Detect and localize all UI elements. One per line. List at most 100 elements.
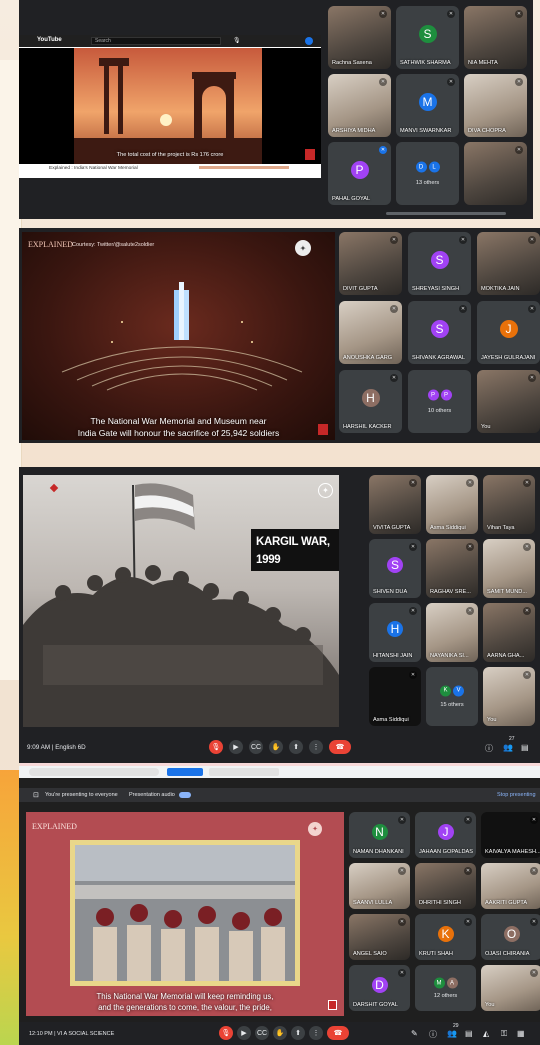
mic-muted-icon: ✕ xyxy=(409,479,417,487)
participant-tile-rachna-saxena[interactable]: Rachna Saxena ✕ xyxy=(328,6,391,69)
slide-caption-line1: The National War Memorial and Museum nea… xyxy=(90,416,267,426)
mic-off-button[interactable]: 🎙 xyxy=(219,1026,233,1040)
avatar: M xyxy=(418,92,437,111)
chat-icon[interactable]: ▤ xyxy=(465,1029,473,1038)
mic-muted-icon: ✕ xyxy=(398,918,406,926)
pin-icon[interactable]: ✦ xyxy=(308,822,322,836)
leave-call-button[interactable]: ☎ xyxy=(327,1026,349,1040)
camera-button[interactable]: ▶ xyxy=(237,1026,251,1040)
mic-muted-icon: ✕ xyxy=(528,305,536,313)
participant-tile-you[interactable]: You ✕ xyxy=(477,370,540,433)
speaking-icon: ✕ xyxy=(379,146,387,154)
pin-icon[interactable]: ✦ xyxy=(295,240,311,256)
channel-badge-icon xyxy=(305,149,315,160)
participant-tile-dhrithi-singh[interactable]: DHRITHI SINGH ✕ xyxy=(415,863,476,909)
participant-tile-you[interactable]: You ✕ xyxy=(483,667,535,726)
lock-icon[interactable]: ⚿ xyxy=(501,1029,507,1039)
mic-muted-icon: ✕ xyxy=(530,816,538,824)
url-bar[interactable] xyxy=(29,768,159,776)
stop-presenting-button[interactable]: Stop presenting xyxy=(497,792,536,798)
browser-tab-button-2[interactable] xyxy=(209,768,279,776)
others-count: 10 others xyxy=(427,407,452,414)
participant-name: SHREYASI SINGH xyxy=(412,286,460,292)
participant-tile-jahaan-gopaldas[interactable]: J JAHAAN GOPALDAS ✕ xyxy=(415,812,476,858)
participant-tile-diva-chopra[interactable]: DIVA CHOPRA ✕ xyxy=(464,74,527,137)
participant-tile-arshiya-midha[interactable]: ARSHIYA MIDHA ✕ xyxy=(328,74,391,137)
participant-tile-you[interactable]: You ✕ xyxy=(481,965,540,1011)
meet-screenshot-2: EXPLAINED Courtesy: Twitter/@salute2sold… xyxy=(19,228,540,443)
participant-tile-naman-dhankani[interactable]: N NAMAN DHANKANI ✕ xyxy=(349,812,410,858)
mic-muted-icon: ✕ xyxy=(447,10,455,18)
participant-tile-raghav-sre[interactable]: RAGHAV SRE... ✕ xyxy=(426,539,478,598)
info-icon[interactable]: ⓘ xyxy=(485,743,493,754)
participant-tile-12-others[interactable]: M A 12 others xyxy=(415,965,476,1011)
captions-button[interactable]: CC xyxy=(255,1026,269,1040)
video-progress-bar[interactable] xyxy=(199,166,289,169)
participant-tile-asma-siddiqui[interactable]: Asma Siddiqui ✕ xyxy=(426,475,478,534)
mic-icon[interactable]: 🎙 xyxy=(233,37,241,44)
leave-call-button[interactable]: ☎ xyxy=(329,740,351,754)
participant-tile-manvi-swarnkar[interactable]: M MANVI SWARNKAR ✕ xyxy=(396,74,459,137)
present-button[interactable]: ⬆ xyxy=(291,1026,305,1040)
participant-tile-saanvi-lulla[interactable]: SAANVI LULLA ✕ xyxy=(349,863,410,909)
participant-tile-asma-siddiqui[interactable]: Asma Siddiqui ✕ xyxy=(369,667,421,726)
participant-tile-divit-gupta[interactable]: DIVIT GUPTA ✕ xyxy=(339,232,402,295)
mic-muted-icon: ✕ xyxy=(409,543,417,551)
activities-icon[interactable]: ◭ xyxy=(483,1029,489,1038)
participant-tile-nia-mehta[interactable]: NIA MEHTA ✕ xyxy=(464,6,527,69)
participant-tile-harshil-kacker[interactable]: H HARSHIL KACKER ✕ xyxy=(339,370,402,433)
slide-caption-line1: This National War Memorial will keep rem… xyxy=(96,992,274,1001)
mic-muted-icon: ✕ xyxy=(398,816,406,824)
youtube-search-input[interactable]: Search xyxy=(91,37,221,45)
more-options-button[interactable]: ⋮ xyxy=(309,740,323,754)
youtube-logo[interactable]: YouTube xyxy=(37,37,62,43)
participant-tile-sathwik-sharma[interactable]: S SATHWIK SHARMA ✕ xyxy=(396,6,459,69)
participant-tile-aakriti-gupta[interactable]: AAKRITI GUPTA ✕ xyxy=(481,863,540,909)
mic-off-button[interactable]: 🎙 xyxy=(209,740,223,754)
more-options-button[interactable]: ⋮ xyxy=(309,1026,323,1040)
presentation-audio-toggle[interactable] xyxy=(179,792,191,798)
browser-tab-button[interactable] xyxy=(167,768,203,776)
pen-icon[interactable]: ✎ xyxy=(411,1029,418,1038)
participant-tile-kaivalya-mahesh[interactable]: KAIVALYA MAHESH... ✕ xyxy=(481,812,540,858)
chat-icon[interactable]: ▤ xyxy=(521,743,529,752)
participant-tile-anoushka-garg[interactable]: ANOUSHKA GARG ✕ xyxy=(339,301,402,364)
camera-button[interactable]: ▶ xyxy=(229,740,243,754)
participant-tile-shivank-agrawal[interactable]: S SHIVANK AGRAWAL ✕ xyxy=(408,301,471,364)
participant-tile-pahal-goyal[interactable]: P PAHAL GOYAL ✕ xyxy=(328,142,391,205)
scrollbar[interactable] xyxy=(386,212,506,215)
mic-muted-icon: ✕ xyxy=(515,78,523,86)
participant-tile-vihan-taya[interactable]: Vihan Taya ✕ xyxy=(483,475,535,534)
present-button[interactable]: ⬆ xyxy=(289,740,303,754)
participant-tile-nayanika-si[interactable]: NAYANIKA SI... ✕ xyxy=(426,603,478,662)
participant-tile-angel-saio[interactable]: ANGEL SAIO ✕ xyxy=(349,914,410,960)
participant-tile-empty[interactable]: ✕ xyxy=(464,142,527,205)
raise-hand-button[interactable]: ✋ xyxy=(273,1026,287,1040)
participant-tile-darshit-goyal[interactable]: D DARSHIT GOYAL ✕ xyxy=(349,965,410,1011)
participant-tile-10-others[interactable]: P P 10 others xyxy=(408,370,471,433)
people-icon[interactable]: 👥 xyxy=(447,1029,457,1038)
info-icon[interactable]: ⓘ xyxy=(429,1029,437,1040)
captions-button[interactable]: CC xyxy=(249,740,263,754)
raise-hand-button[interactable]: ✋ xyxy=(269,740,283,754)
people-icon[interactable]: 👥 xyxy=(503,743,513,752)
participant-tile-moktika-jain[interactable]: MOKTIKA JAIN ✕ xyxy=(477,232,540,295)
apps-grid-icon[interactable]: ▦ xyxy=(517,1029,525,1038)
participant-tile-jayesh-gulrajani[interactable]: J JAYESH GULRAJANI ✕ xyxy=(477,301,540,364)
participant-tile-samit-mund[interactable]: SAMIT MUND... ✕ xyxy=(483,539,535,598)
participant-tile-aarna-gha[interactable]: AARNA GHA... ✕ xyxy=(483,603,535,662)
mic-muted-icon: ✕ xyxy=(464,816,472,824)
mic-muted-icon: ✕ xyxy=(409,607,417,615)
account-avatar-icon[interactable] xyxy=(305,37,313,45)
mic-muted-icon: ✕ xyxy=(466,607,474,615)
youtube-video[interactable]: The total cost of the project is Rs 176 … xyxy=(19,48,321,164)
participant-tile-15-others[interactable]: K V 15 others xyxy=(426,667,478,726)
participant-tile-13-others[interactable]: D L 13 others xyxy=(396,142,459,205)
participant-tile-ojasi-chirania[interactable]: O OJASI CHIRANIA ✕ xyxy=(481,914,540,960)
participant-tile-shiven-dua[interactable]: S SHIVEN DUA ✕ xyxy=(369,539,421,598)
participant-tile-shreyasi-singh[interactable]: S SHREYASI SINGH ✕ xyxy=(408,232,471,295)
participant-tile-hitanshi-jain[interactable]: H HITANSHI JAIN ✕ xyxy=(369,603,421,662)
avatar: S xyxy=(430,250,449,269)
participant-tile-kruti-shah[interactable]: K KRUTI SHAH ✕ xyxy=(415,914,476,960)
participant-tile-vivita-gupta[interactable]: VIVITA GUPTA ✕ xyxy=(369,475,421,534)
